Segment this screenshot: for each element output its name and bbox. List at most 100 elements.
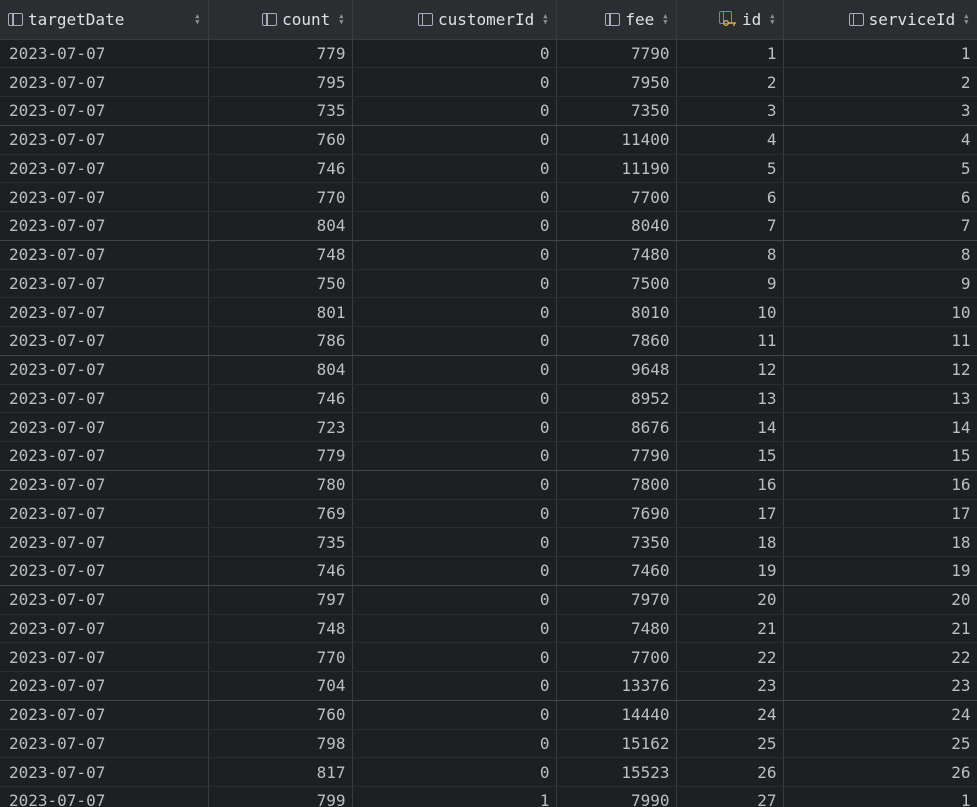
cell-serviceid[interactable]: 23 bbox=[783, 671, 977, 701]
cell-customerid[interactable]: 0 bbox=[352, 642, 557, 672]
cell-customerid[interactable]: 0 bbox=[352, 269, 557, 299]
cell-targetdate[interactable]: 2023-07-07 bbox=[0, 786, 209, 807]
cell-count[interactable]: 746 bbox=[208, 556, 353, 586]
cell-fee[interactable]: 8010 bbox=[556, 297, 677, 327]
cell-serviceid[interactable]: 8 bbox=[783, 240, 977, 270]
cell-targetdate[interactable]: 2023-07-07 bbox=[0, 757, 209, 787]
cell-id[interactable]: 1 bbox=[676, 39, 784, 69]
cell-id[interactable]: 16 bbox=[676, 470, 784, 500]
cell-fee[interactable]: 11190 bbox=[556, 154, 677, 184]
table-row[interactable]: 2023-07-07 797 0 7970 20 20 bbox=[0, 585, 977, 615]
sort-arrows-icon[interactable]: ▲ ▼ bbox=[543, 13, 547, 26]
cell-fee[interactable]: 7480 bbox=[556, 614, 677, 644]
cell-customerid[interactable]: 0 bbox=[352, 556, 557, 586]
cell-id[interactable]: 24 bbox=[676, 700, 784, 730]
table-row[interactable]: 2023-07-07 770 0 7700 22 22 bbox=[0, 642, 977, 672]
table-row[interactable]: 2023-07-07 795 0 7950 2 2 bbox=[0, 67, 977, 97]
cell-serviceid[interactable]: 1 bbox=[783, 786, 977, 807]
cell-targetdate[interactable]: 2023-07-07 bbox=[0, 326, 209, 356]
column-header-id[interactable]: id ▲ ▼ bbox=[676, 0, 784, 40]
cell-count[interactable]: 748 bbox=[208, 240, 353, 270]
cell-fee[interactable]: 7700 bbox=[556, 642, 677, 672]
cell-targetdate[interactable]: 2023-07-07 bbox=[0, 700, 209, 730]
table-row[interactable]: 2023-07-07 746 0 7460 19 19 bbox=[0, 556, 977, 586]
table-row[interactable]: 2023-07-07 760 0 11400 4 4 bbox=[0, 125, 977, 155]
cell-targetdate[interactable]: 2023-07-07 bbox=[0, 527, 209, 557]
cell-fee[interactable]: 7970 bbox=[556, 585, 677, 615]
cell-count[interactable]: 704 bbox=[208, 671, 353, 701]
cell-count[interactable]: 746 bbox=[208, 154, 353, 184]
cell-serviceid[interactable]: 2 bbox=[783, 67, 977, 97]
cell-id[interactable]: 8 bbox=[676, 240, 784, 270]
table-row[interactable]: 2023-07-07 746 0 11190 5 5 bbox=[0, 154, 977, 184]
cell-id[interactable]: 19 bbox=[676, 556, 784, 586]
cell-serviceid[interactable]: 22 bbox=[783, 642, 977, 672]
cell-fee[interactable]: 15162 bbox=[556, 729, 677, 759]
cell-id[interactable]: 3 bbox=[676, 96, 784, 126]
cell-targetdate[interactable]: 2023-07-07 bbox=[0, 269, 209, 299]
cell-customerid[interactable]: 1 bbox=[352, 786, 557, 807]
cell-id[interactable]: 17 bbox=[676, 499, 784, 529]
table-row[interactable]: 2023-07-07 801 0 8010 10 10 bbox=[0, 297, 977, 327]
table-row[interactable]: 2023-07-07 735 0 7350 18 18 bbox=[0, 527, 977, 557]
cell-serviceid[interactable]: 25 bbox=[783, 729, 977, 759]
cell-serviceid[interactable]: 21 bbox=[783, 614, 977, 644]
cell-serviceid[interactable]: 11 bbox=[783, 326, 977, 356]
cell-targetdate[interactable]: 2023-07-07 bbox=[0, 355, 209, 385]
cell-customerid[interactable]: 0 bbox=[352, 585, 557, 615]
cell-id[interactable]: 6 bbox=[676, 182, 784, 212]
cell-customerid[interactable]: 0 bbox=[352, 470, 557, 500]
table-row[interactable]: 2023-07-07 779 0 7790 15 15 bbox=[0, 441, 977, 471]
sort-arrows-icon[interactable]: ▲ ▼ bbox=[770, 13, 774, 26]
cell-fee[interactable]: 8952 bbox=[556, 384, 677, 414]
cell-fee[interactable]: 8676 bbox=[556, 412, 677, 442]
cell-targetdate[interactable]: 2023-07-07 bbox=[0, 39, 209, 69]
cell-id[interactable]: 10 bbox=[676, 297, 784, 327]
sort-arrows-icon[interactable]: ▲ ▼ bbox=[339, 13, 343, 26]
cell-serviceid[interactable]: 24 bbox=[783, 700, 977, 730]
cell-customerid[interactable]: 0 bbox=[352, 297, 557, 327]
cell-targetdate[interactable]: 2023-07-07 bbox=[0, 642, 209, 672]
cell-fee[interactable]: 7950 bbox=[556, 67, 677, 97]
cell-count[interactable]: 786 bbox=[208, 326, 353, 356]
table-row[interactable]: 2023-07-07 798 0 15162 25 25 bbox=[0, 729, 977, 759]
cell-fee[interactable]: 7800 bbox=[556, 470, 677, 500]
cell-id[interactable]: 18 bbox=[676, 527, 784, 557]
cell-count[interactable]: 780 bbox=[208, 470, 353, 500]
cell-serviceid[interactable]: 5 bbox=[783, 154, 977, 184]
cell-targetdate[interactable]: 2023-07-07 bbox=[0, 499, 209, 529]
cell-serviceid[interactable]: 12 bbox=[783, 355, 977, 385]
cell-targetdate[interactable]: 2023-07-07 bbox=[0, 412, 209, 442]
cell-id[interactable]: 9 bbox=[676, 269, 784, 299]
cell-fee[interactable]: 13376 bbox=[556, 671, 677, 701]
table-row[interactable]: 2023-07-07 770 0 7700 6 6 bbox=[0, 182, 977, 212]
cell-count[interactable]: 750 bbox=[208, 269, 353, 299]
cell-count[interactable]: 804 bbox=[208, 355, 353, 385]
cell-id[interactable]: 7 bbox=[676, 211, 784, 241]
cell-id[interactable]: 13 bbox=[676, 384, 784, 414]
cell-id[interactable]: 2 bbox=[676, 67, 784, 97]
cell-serviceid[interactable]: 4 bbox=[783, 125, 977, 155]
column-header-targetdate[interactable]: targetDate ▲ ▼ bbox=[0, 0, 209, 40]
column-header-customerid[interactable]: customerId ▲ ▼ bbox=[352, 0, 557, 40]
cell-id[interactable]: 4 bbox=[676, 125, 784, 155]
column-header-fee[interactable]: fee ▲ ▼ bbox=[556, 0, 677, 40]
sort-arrows-icon[interactable]: ▲ ▼ bbox=[964, 13, 968, 26]
cell-targetdate[interactable]: 2023-07-07 bbox=[0, 585, 209, 615]
cell-serviceid[interactable]: 6 bbox=[783, 182, 977, 212]
table-row[interactable]: 2023-07-07 748 0 7480 21 21 bbox=[0, 614, 977, 644]
cell-id[interactable]: 15 bbox=[676, 441, 784, 471]
cell-serviceid[interactable]: 16 bbox=[783, 470, 977, 500]
cell-customerid[interactable]: 0 bbox=[352, 154, 557, 184]
cell-customerid[interactable]: 0 bbox=[352, 125, 557, 155]
cell-targetdate[interactable]: 2023-07-07 bbox=[0, 441, 209, 471]
cell-count[interactable]: 797 bbox=[208, 585, 353, 615]
cell-count[interactable]: 801 bbox=[208, 297, 353, 327]
cell-serviceid[interactable]: 10 bbox=[783, 297, 977, 327]
table-row[interactable]: 2023-07-07 786 0 7860 11 11 bbox=[0, 326, 977, 356]
cell-targetdate[interactable]: 2023-07-07 bbox=[0, 729, 209, 759]
cell-count[interactable]: 723 bbox=[208, 412, 353, 442]
cell-id[interactable]: 20 bbox=[676, 585, 784, 615]
table-row[interactable]: 2023-07-07 799 1 7990 27 1 bbox=[0, 786, 977, 807]
cell-count[interactable]: 798 bbox=[208, 729, 353, 759]
